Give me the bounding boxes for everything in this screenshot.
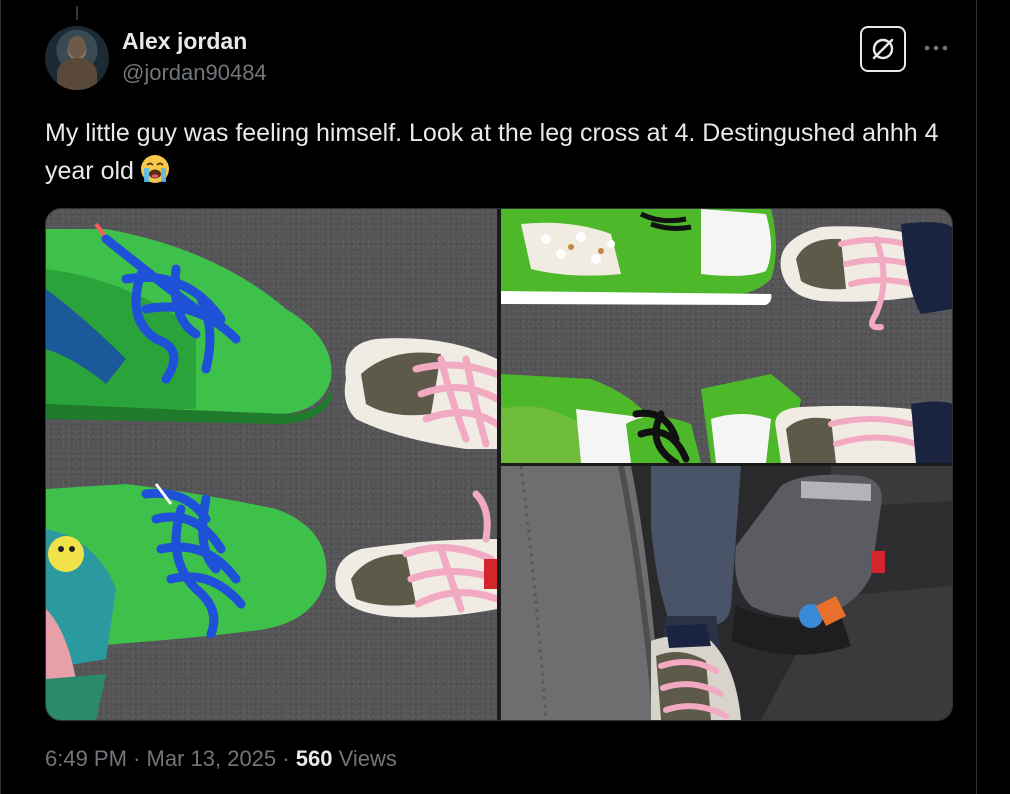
- grok-button[interactable]: [860, 26, 906, 72]
- avatar-torso: [57, 58, 97, 90]
- avatar[interactable]: [45, 26, 109, 90]
- left-border: [0, 0, 1, 794]
- photo-3[interactable]: [501, 466, 952, 720]
- sneakers-illustration-2: [501, 209, 952, 463]
- author-name[interactable]: Alex jordan: [122, 28, 247, 55]
- loudly-crying-face-icon: [138, 153, 172, 196]
- tweet-date[interactable]: Mar 13, 2025: [147, 746, 277, 771]
- grok-icon: [872, 38, 894, 60]
- tweet-time[interactable]: 6:49 PM: [45, 746, 127, 771]
- views-label: Views: [338, 746, 397, 771]
- meta-separator-1: ·: [133, 746, 141, 771]
- views-count: 560: [295, 746, 333, 771]
- avatar-head: [68, 36, 86, 58]
- meta-separator-2: ·: [282, 746, 290, 771]
- more-dots-icon: [924, 45, 948, 51]
- photo-1[interactable]: [46, 209, 497, 720]
- media-grid: [45, 208, 953, 721]
- tweet-body: My little guy was feeling himself. Look …: [45, 119, 939, 185]
- author-handle[interactable]: @jordan90484: [122, 60, 267, 86]
- thread-connector: [76, 6, 78, 20]
- tweet-text: My little guy was feeling himself. Look …: [45, 114, 965, 196]
- tweet-meta: 6:49 PM · Mar 13, 2025 · 560 Views: [45, 746, 397, 772]
- more-options-button[interactable]: [920, 36, 952, 60]
- car-seat-illustration: [501, 466, 952, 720]
- right-border: [976, 0, 977, 794]
- sneakers-illustration-1: [46, 222, 497, 720]
- photo-2[interactable]: [501, 209, 952, 463]
